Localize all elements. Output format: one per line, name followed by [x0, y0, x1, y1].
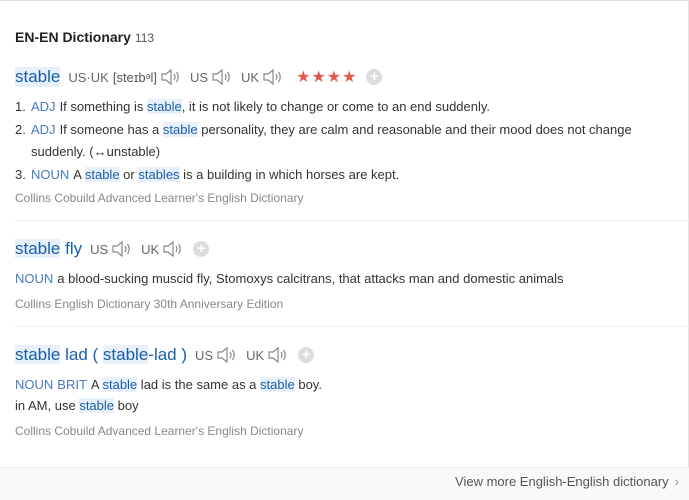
- def-text: or: [119, 167, 139, 182]
- part-of-speech: NOUN: [31, 167, 70, 182]
- part-of-speech: ADJ: [31, 99, 56, 114]
- definition-row: 2. ADJ If someone has a stable personality…: [15, 119, 685, 163]
- headword-highlight: stable: [15, 345, 61, 364]
- entry-stable-fly-head: stable fly US UK +: [15, 239, 210, 259]
- us-label: US: [189, 69, 209, 85]
- def-number: 1.: [15, 99, 26, 114]
- headword[interactable]: stable lad ( stable-lad ): [15, 345, 187, 365]
- pronunciation-uk: UK: [246, 346, 289, 364]
- def-text: a blood-sucking muscid fly, Stomoxys cal…: [57, 271, 564, 286]
- speaker-icon[interactable]: [267, 346, 289, 364]
- plus-icon[interactable]: +: [193, 241, 210, 257]
- ipa-text: [steɪbᵊl]: [112, 69, 157, 85]
- divider: [15, 220, 689, 221]
- frequency-stars: ★★★★: [296, 69, 358, 86]
- def-text: , it is not likely to change or come to …: [181, 99, 491, 114]
- source-citation: Collins Cobuild Advanced Learner's Engli…: [15, 424, 304, 438]
- entry-stable-lad-definition: NOUN BRIT A stable lad is the same as a st…: [15, 374, 685, 416]
- def-highlight: stables: [138, 167, 180, 182]
- chevron-right-icon: ›: [674, 474, 679, 489]
- view-more-link[interactable]: View more English-English dictionary ›: [455, 474, 679, 489]
- part-of-speech: NOUN: [15, 271, 54, 286]
- uk-label: UK: [246, 347, 265, 363]
- entry-stable-fly-definition: NOUN a blood-sucking muscid fly, Stomoxys…: [15, 268, 685, 290]
- headword-rest: fly: [60, 239, 83, 258]
- part-of-speech: ADJ: [31, 122, 56, 137]
- divider: [15, 326, 689, 327]
- pronunciation-us: US: [90, 240, 133, 258]
- part-of-speech: NOUN: [15, 377, 54, 392]
- definition-row: NOUN BRIT A stable lad is the same as a st…: [15, 374, 685, 395]
- pronunciation-us: US: [190, 68, 233, 86]
- result-count: 113: [134, 31, 155, 45]
- plus-icon[interactable]: +: [298, 347, 315, 363]
- headword[interactable]: stable: [15, 67, 61, 87]
- headword-rest: lad (: [60, 345, 103, 364]
- def-highlight: stable: [260, 377, 295, 392]
- entry-stable-lad-head: stable lad ( stable-lad ) US UK +: [15, 345, 315, 365]
- usage-note: in AM, use stable boy: [15, 395, 685, 416]
- speaker-icon[interactable]: [262, 68, 284, 86]
- definition-row: 3. NOUN A stable or stables is a building …: [15, 164, 685, 186]
- entry-stable-head: stable US·UK [steɪbᵊl] US UK ★★★★ +: [15, 67, 383, 87]
- dictionary-header: EN-EN Dictionary 113: [15, 29, 154, 45]
- def-text: If something is: [59, 99, 147, 114]
- uk-label: UK: [241, 69, 260, 85]
- region-label: BRIT: [57, 377, 87, 392]
- speaker-icon[interactable]: [216, 346, 238, 364]
- def-text: in AM, use: [15, 398, 80, 413]
- source-citation: Collins English Dictionary 30th Annivers…: [15, 297, 284, 311]
- pron-label: US·UK: [68, 69, 109, 85]
- speaker-icon[interactable]: [160, 68, 182, 86]
- pronunciation-uk: UK: [241, 68, 284, 86]
- us-label: US: [195, 347, 214, 363]
- def-number: 3.: [15, 167, 26, 182]
- speaker-icon[interactable]: [211, 68, 233, 86]
- dictionary-title: EN-EN Dictionary: [15, 29, 131, 45]
- entry-stable-definitions: 1. ADJ If something is stable, it is not l…: [15, 96, 685, 186]
- pronunciation-us: US: [195, 346, 238, 364]
- def-number: 2.: [15, 122, 26, 137]
- definition-row: 1. ADJ If something is stable, it is not l…: [15, 96, 685, 118]
- plus-icon[interactable]: +: [366, 69, 383, 85]
- pronunciation-uk: UK: [141, 240, 184, 258]
- def-highlight: stable: [162, 122, 198, 137]
- headword-rest: -lad ): [148, 345, 188, 364]
- speaker-icon[interactable]: [111, 240, 133, 258]
- speaker-icon[interactable]: [162, 240, 184, 258]
- def-highlight: stable: [102, 377, 138, 392]
- pronunciation-usuk: US·UK [steɪbᵊl]: [68, 68, 182, 86]
- def-text: boy.: [294, 377, 322, 392]
- us-label: US: [90, 241, 109, 257]
- headword-highlight: stable: [102, 345, 149, 364]
- def-text: is a building in which horses are kept.: [179, 167, 400, 182]
- def-highlight: stable: [84, 167, 120, 182]
- uk-label: UK: [141, 241, 160, 257]
- def-text: A: [90, 377, 103, 392]
- headword[interactable]: stable fly: [15, 239, 82, 259]
- headword-highlight: stable: [15, 239, 61, 258]
- def-highlight: stable: [147, 99, 182, 114]
- view-more-label: View more English-English dictionary: [455, 474, 669, 489]
- source-citation: Collins Cobuild Advanced Learner's Engli…: [15, 191, 304, 205]
- def-text: A: [73, 167, 85, 182]
- def-text: boy: [114, 398, 139, 413]
- top-border: [0, 0, 689, 1]
- def-text: lad is the same as a: [137, 377, 261, 392]
- def-text: If someone has a: [59, 122, 163, 137]
- def-highlight: stable: [79, 398, 115, 413]
